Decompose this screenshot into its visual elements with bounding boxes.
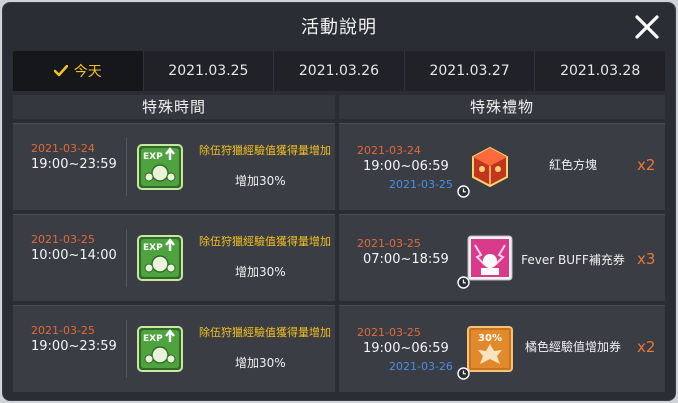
tab-label: 2021.03.27 [429,63,510,79]
gift-quantity: x3 [637,250,656,268]
date-tabs: 今天 2021.03.25 2021.03.26 2021.03.27 2021… [13,51,665,91]
tab-label: 今天 [73,64,102,80]
list-item: 2021-03-25 10:00~14:00 EXP 除伍狩獵經驗值獲得量增加 … [13,214,335,301]
gift-quantity: x2 [637,338,656,356]
special-gift-heading: 特殊禮物 [339,95,665,119]
special-gift-panel: 特殊禮物 2021-03-24 19:00~06:59 2021-03-25 紅… [339,95,665,393]
list-item: 2021-03-25 19:00~23:59 EXP 除伍狩獵經驗值獲得量增加 … [13,305,335,392]
gift-end-date: 2021-03-25 [389,178,453,191]
gift-name: 橘色經驗值增加券 [524,340,621,354]
tab-2021-03-28[interactable]: 2021.03.28 [535,51,665,91]
event-info-dialog: 活動說明 今天 2021.03.25 2021.03.26 2021.03.27… [2,2,676,401]
list-item: 2021-03-24 19:00~06:59 2021-03-25 紅色方塊 x… [339,123,665,210]
orange-exp-coupon-icon: 30% [467,326,513,372]
special-time-heading: 特殊時間 [13,95,335,119]
gift-name: Fever BUFF補充券 [521,253,625,267]
gift-date: 2021-03-25 [357,237,421,250]
effect-text: 除伍狩獵經驗值獲得量增加 [199,235,331,248]
event-date: 2021-03-24 [31,142,95,155]
special-time-panel: 特殊時間 2021-03-24 19:00~23:59 EXP 除伍狩獵經驗值獲… [13,95,335,393]
gift-date: 2021-03-24 [357,144,421,157]
clock-icon [457,276,470,289]
exp-up-icon: EXP [137,326,183,372]
list-item: 2021-03-25 07:00~18:59 Fever BUFF補充券 x3 [339,214,665,301]
event-time: 10:00~14:00 [31,248,117,263]
close-icon[interactable] [633,13,661,41]
list-item: 2021-03-25 19:00~06:59 2021-03-26 30% 橘色… [339,305,665,392]
fever-buff-ticket-icon [467,235,513,281]
gift-time: 07:00~18:59 [363,252,449,267]
check-icon [53,65,68,77]
exp-up-icon: EXP [137,144,183,190]
event-time: 19:00~23:59 [31,339,117,354]
coupon-badge: 30% [478,333,502,344]
gift-quantity: x2 [637,156,656,174]
tab-2021-03-25[interactable]: 2021.03.25 [143,51,275,91]
gift-end-date: 2021-03-26 [389,360,453,373]
dialog-title: 活動說明 [301,17,377,38]
event-time: 19:00~23:59 [31,157,117,172]
tab-label: 2021.03.25 [168,63,249,79]
effect-amount: 增加30% [235,356,286,370]
gift-time: 19:00~06:59 [363,159,449,174]
gift-time: 19:00~06:59 [363,341,449,356]
effect-amount: 增加30% [235,265,286,279]
list-item: 2021-03-24 19:00~23:59 EXP 除伍狩獵經驗值獲得量增加 … [13,123,335,210]
effect-text: 除伍狩獵經驗值獲得量增加 [199,326,331,339]
svg-text:EXP: EXP [143,243,163,253]
tab-label: 2021.03.26 [298,63,380,79]
red-cube-icon [472,146,508,188]
exp-up-icon: EXP [137,235,183,281]
tab-today[interactable]: 今天 [13,51,144,91]
tab-2021-03-26[interactable]: 2021.03.26 [274,51,405,91]
event-date: 2021-03-25 [31,324,95,337]
svg-text:EXP: EXP [143,152,163,162]
clock-icon [457,185,470,198]
tab-2021-03-27[interactable]: 2021.03.27 [404,51,536,91]
gift-name: 紅色方塊 [548,158,597,172]
svg-text:EXP: EXP [143,334,163,344]
effect-text: 除伍狩獵經驗值獲得量增加 [199,144,331,157]
clock-icon [457,367,470,380]
gift-date: 2021-03-25 [357,326,421,339]
effect-amount: 增加30% [235,174,286,188]
tab-label: 2021.03.28 [560,63,641,79]
event-date: 2021-03-25 [31,233,95,246]
